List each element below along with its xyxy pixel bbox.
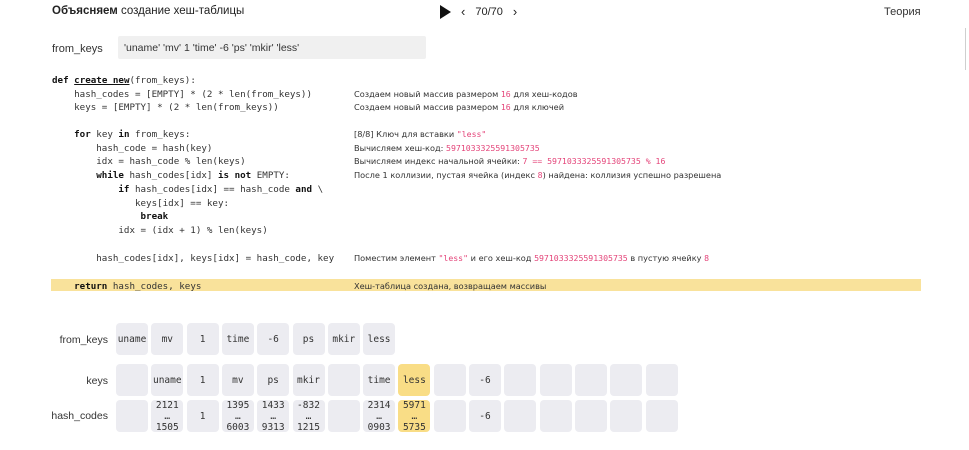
keys-cell: -6 (469, 364, 501, 396)
keys-cell: mv (221, 364, 254, 396)
keys-cell (116, 364, 148, 396)
step-counter: 70/70 (475, 5, 503, 18)
hash-codes-cell (504, 400, 537, 432)
hash-codes-cell: 1433… 9313 (257, 400, 290, 433)
hash-codes-cell: 1 (186, 400, 219, 432)
code-line: if hash_codes[idx] == hash_code and \ (118, 184, 324, 195)
keys-cell: mkir (292, 364, 325, 396)
hash-codes-cell: -6 (469, 400, 501, 432)
code-line: hash_codes = [EMPTY] * (2 * len(from_key… (52, 89, 312, 100)
from-keys-cell: 1 (186, 323, 219, 355)
row-label-hash-codes: hash_codes (51, 410, 108, 422)
from-keys-cell: -6 (257, 323, 290, 355)
from-keys-cell: mkir (327, 323, 360, 355)
code-line: hash_code = hash(key) (52, 143, 213, 154)
keys-cell (539, 364, 572, 396)
hash-codes-cell (433, 400, 466, 432)
keys-cell (645, 364, 678, 396)
from-keys-input[interactable] (118, 36, 426, 59)
row-label-keys: keys (86, 375, 108, 387)
chevron-left-icon[interactable]: ‹ (461, 4, 465, 19)
page-title: Объясняем создание хеш-таблицы (52, 5, 244, 17)
code-line: for key in from_keys: (74, 129, 191, 140)
player-controls: ‹ 70/70 › (440, 4, 517, 19)
explanation-e4: Вычисляем хеш-код: 5971033325591305735 (354, 143, 540, 153)
explanation-e6: После 1 коллизии, пустая ячейка (индекс … (354, 170, 722, 180)
hash-codes-cell: 5971… 5735 (398, 400, 431, 433)
keys-cell (504, 364, 537, 396)
top-bar: Объясняем создание хеш-таблицы ‹ 70/70 ›… (0, 0, 969, 24)
explanation-e8: Хеш-таблица создана, возвращаем массивы (354, 281, 547, 291)
from-keys-cell: uname (116, 323, 148, 355)
keys-cell: time (363, 364, 396, 396)
from-keys-cell: ps (292, 323, 325, 355)
code-line: def create_new(from_keys): (52, 75, 196, 86)
keys-cell (574, 364, 607, 396)
code-line: break (140, 211, 169, 222)
explanation-e7: Поместим элемент "less" и его хеш-код 59… (354, 253, 710, 263)
explanation-e3: [8/8] Ключ для вставки "less" (354, 129, 487, 139)
hash-codes-cell (645, 400, 678, 432)
row-label-from-keys: from_keys (59, 334, 108, 346)
play-icon[interactable] (440, 4, 451, 19)
from-keys-cell: mv (151, 323, 184, 355)
code-line: keys[idx] == key: (52, 198, 230, 209)
scrollbar[interactable] (965, 28, 966, 70)
keys-cell (433, 364, 466, 396)
explanation-e1: Создаем новый массив размером 16 для хеш… (354, 89, 578, 99)
hash-codes-cell (539, 400, 572, 432)
input-label: from_keys (52, 43, 103, 55)
title-rest: создание хеш-таблицы (121, 5, 245, 17)
keys-cell: 1 (186, 364, 219, 396)
hash-codes-cell (610, 400, 643, 432)
chevron-right-icon[interactable]: › (513, 4, 517, 19)
keys-cell: ps (257, 364, 290, 396)
hash-codes-cell: 2314… 0903 (363, 400, 396, 433)
from-keys-cell: less (363, 323, 396, 355)
from-keys-cell: time (221, 323, 254, 355)
code-line: while hash_codes[idx] is not EMPTY: (96, 170, 290, 181)
hash-codes-cell: 1395… 6003 (221, 400, 254, 433)
keys-cell (327, 364, 360, 396)
explanation-e2: Создаем новый массив размером 16 для клю… (354, 102, 565, 112)
code-line: hash_codes[idx], keys[idx] = hash_code, … (52, 253, 335, 264)
code-line: idx = (idx + 1) % len(keys) (52, 225, 268, 236)
hash-codes-cell: 2121… 1505 (151, 400, 184, 433)
keys-cell: less (398, 364, 431, 396)
hash-codes-cell (574, 400, 607, 432)
hash-codes-cell (116, 400, 148, 432)
code-line: return hash_codes, keys (74, 281, 202, 292)
theory-link[interactable]: Теория (884, 6, 921, 18)
title-bold: Объясняем (52, 5, 118, 17)
explanation-e5: Вычисляем индекс начальной ячейки: 7 == … (354, 156, 666, 166)
keys-cell: uname (151, 364, 184, 396)
hash-codes-cell (327, 400, 360, 432)
hash-codes-cell: -832… 1215 (292, 400, 325, 433)
keys-cell (610, 364, 643, 396)
code-line: keys = [EMPTY] * (2 * len(from_keys)) (52, 102, 279, 113)
code-line: idx = hash_code % len(keys) (52, 156, 246, 167)
